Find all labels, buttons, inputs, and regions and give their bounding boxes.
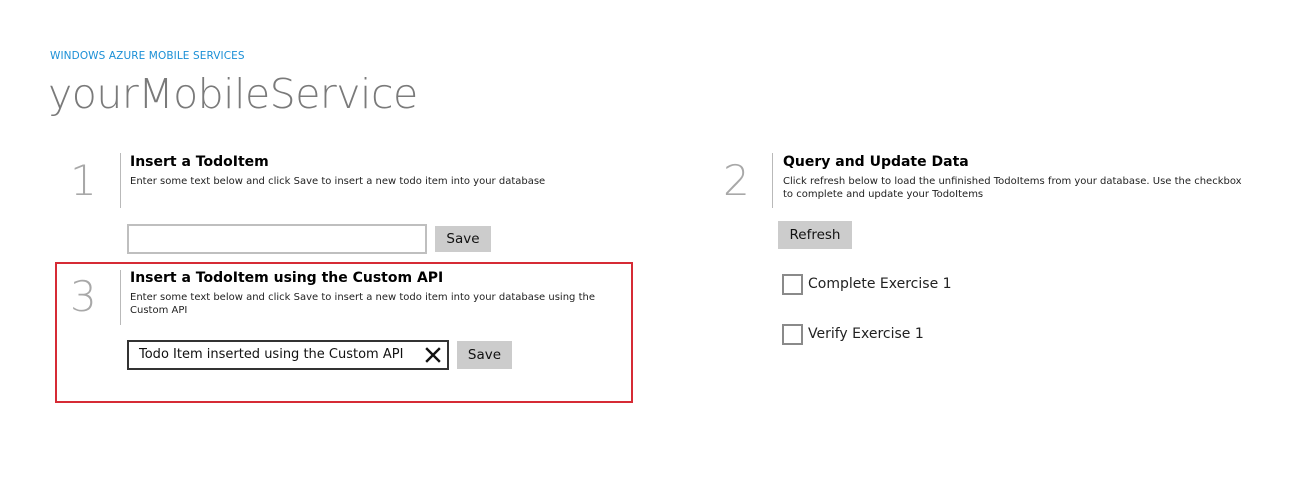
insert-todo-title: Insert a TodoItem xyxy=(130,154,269,170)
todo-checkbox[interactable] xyxy=(782,324,803,345)
close-icon[interactable] xyxy=(423,345,443,365)
todo-item-label: Verify Exercise 1 xyxy=(808,326,924,342)
refresh-button[interactable]: Refresh xyxy=(778,221,852,249)
app-caption: WINDOWS AZURE MOBILE SERVICES xyxy=(50,50,245,62)
todo-text-input[interactable] xyxy=(127,224,427,254)
query-update-description: Click refresh below to load the unfinish… xyxy=(783,176,1242,200)
todo-checkbox[interactable] xyxy=(782,274,803,295)
page-title: yourMobileService xyxy=(48,70,418,118)
step-number-1: 1 xyxy=(70,156,97,205)
save-button[interactable]: Save xyxy=(435,226,491,252)
step-number-3: 3 xyxy=(70,272,97,321)
step-divider-2 xyxy=(772,153,773,208)
step-divider-3 xyxy=(120,270,121,325)
custom-api-save-button[interactable]: Save xyxy=(457,341,512,369)
custom-api-description: Enter some text below and click Save to … xyxy=(130,292,595,316)
custom-api-title: Insert a TodoItem using the Custom API xyxy=(130,270,444,286)
step-divider-1 xyxy=(120,153,121,208)
step-number-2: 2 xyxy=(723,156,750,205)
insert-todo-description: Enter some text below and click Save to … xyxy=(130,176,546,187)
todo-item-label: Complete Exercise 1 xyxy=(808,276,952,292)
custom-api-text-input-value: Todo Item inserted using the Custom API xyxy=(139,347,404,362)
query-update-title: Query and Update Data xyxy=(783,154,969,170)
custom-api-text-input[interactable]: Todo Item inserted using the Custom API xyxy=(127,340,449,370)
